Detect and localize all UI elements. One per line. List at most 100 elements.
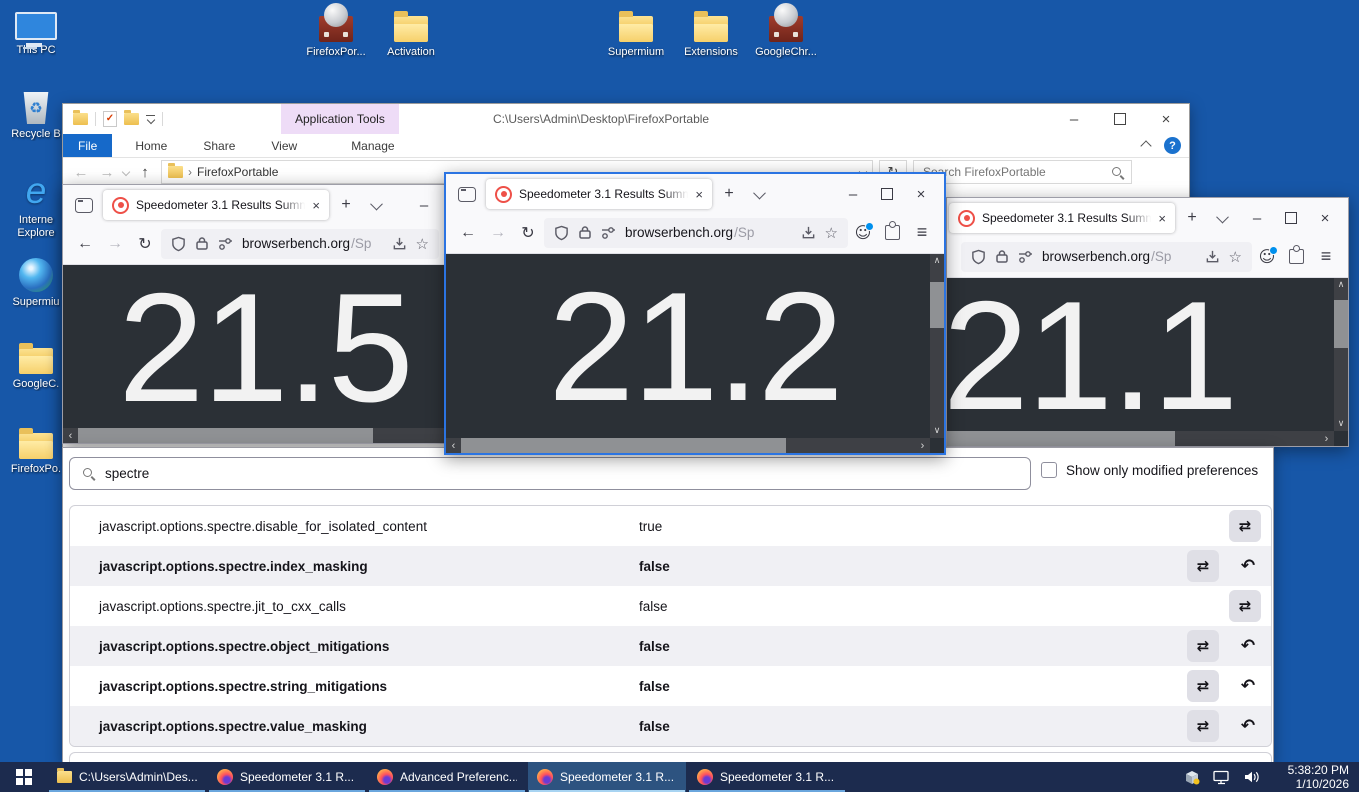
maximize-button[interactable] [870,181,904,207]
permissions-icon[interactable] [1018,251,1033,263]
firefox-view-icon[interactable] [75,198,93,213]
bookmark-star-icon[interactable]: ☆ [1229,248,1242,266]
search-icon[interactable] [1111,166,1124,179]
taskbar-button-speedometer-1[interactable]: Speedometer 3.1 R... [208,762,366,792]
forward-button[interactable]: → [101,230,129,258]
maximize-button[interactable] [1274,205,1308,231]
back-button[interactable]: ← [454,219,482,247]
new-tab-button[interactable]: + [333,192,359,218]
tab-list-button[interactable] [746,181,772,207]
back-icon[interactable]: ← [71,164,91,181]
lock-icon[interactable] [995,249,1009,264]
scrollbar-thumb[interactable] [930,282,944,328]
account-icon[interactable]: ☺ [850,220,876,246]
taskbar-clock[interactable]: 5:38:20 PM 1/10/2026 [1273,763,1349,791]
pref-reset-button[interactable]: ↶ [1235,550,1261,582]
help-icon[interactable]: ? [1164,137,1181,154]
tab-view[interactable]: View [256,134,312,157]
scroll-down-icon[interactable]: ∨ [1338,417,1345,431]
virtualbox-tray-icon[interactable] [1185,770,1200,785]
new-tab-button[interactable]: + [1179,205,1205,231]
browser-tab[interactable]: Speedometer 3.1 Results Summa × [486,179,712,209]
scroll-left-icon[interactable]: ‹ [63,428,78,443]
pref-toggle-button[interactable]: ⇄ [1187,550,1219,582]
horizontal-scrollbar[interactable]: › [947,431,1334,446]
taskbar-button-explorer[interactable]: C:\Users\Admin\Des... [48,762,206,792]
explorer-search-input[interactable] [921,164,1111,180]
scroll-up-icon[interactable]: ∧ [934,254,941,268]
close-button[interactable]: × [1143,104,1189,134]
pref-toggle-button[interactable]: ⇄ [1187,670,1219,702]
scroll-down-icon[interactable]: ∨ [934,424,941,438]
close-button[interactable]: × [904,181,938,207]
pref-toggle-button[interactable]: ⇄ [1229,590,1261,622]
pref-reset-button[interactable]: ↶ [1235,670,1261,702]
lock-icon[interactable] [195,236,209,251]
modified-filter-checkbox[interactable] [1041,462,1057,478]
recent-locations-icon[interactable] [122,168,130,176]
pref-toggle-button[interactable]: ⇄ [1229,510,1261,542]
pref-reset-button[interactable]: ↶ [1235,630,1261,662]
back-button[interactable]: ← [71,230,99,258]
reload-button[interactable]: ↻ [514,219,542,247]
scrollbar-thumb[interactable] [78,428,373,443]
minimize-button[interactable]: – [1051,104,1097,134]
url-bar[interactable]: browserbench.org /Sp ☆ [544,218,848,248]
close-button[interactable]: × [1308,205,1342,231]
minimize-button[interactable]: – [407,192,441,218]
tab-home[interactable]: Home [120,134,182,157]
pref-toggle-button[interactable]: ⇄ [1187,630,1219,662]
desktop-icon-activation[interactable]: Activation [373,4,449,59]
scroll-left-icon[interactable]: ‹ [446,438,461,453]
shield-icon[interactable] [971,249,986,265]
minimize-button[interactable]: – [836,181,870,207]
desktop-icon-firefoxportable[interactable]: FirefoxPor... [298,4,374,59]
vertical-scrollbar[interactable]: ∧ ∨ [1334,278,1348,431]
scrollbar-thumb[interactable] [947,431,1175,446]
config-search-input[interactable] [103,465,1018,482]
bookmark-star-icon[interactable]: ☆ [825,224,838,242]
scroll-up-icon[interactable]: ∧ [1338,278,1345,292]
scroll-right-icon[interactable]: › [915,438,930,453]
browser-tab[interactable]: Speedometer 3.1 Results Summa × [103,190,329,220]
qat-customize-icon[interactable] [146,115,155,124]
collapse-ribbon-icon[interactable] [1140,140,1151,151]
minimize-button[interactable]: – [1240,205,1274,231]
tab-close-icon[interactable]: × [695,187,703,202]
new-folder-icon[interactable] [124,113,139,125]
taskbar-button-advanced-preferences[interactable]: Advanced Preferenc... [368,762,526,792]
download-icon[interactable] [801,225,816,240]
horizontal-scrollbar[interactable]: ‹ [63,428,447,443]
lock-icon[interactable] [578,225,592,240]
scroll-right-icon[interactable]: › [1319,431,1334,446]
desktop-icon-this-pc[interactable]: This PC [0,6,74,57]
up-icon[interactable]: ↑ [135,164,155,181]
new-tab-button[interactable]: + [716,181,742,207]
start-button[interactable] [0,762,48,792]
taskbar-button-speedometer-3[interactable]: Speedometer 3.1 R... [688,762,846,792]
pref-reset-button[interactable]: ↶ [1235,710,1261,742]
url-bar[interactable]: browserbench.org /Sp ☆ [961,242,1252,272]
config-search-box[interactable] [69,457,1031,490]
shield-icon[interactable] [554,225,569,241]
tab-manage[interactable]: Manage [336,134,409,157]
permissions-icon[interactable] [218,238,233,250]
download-icon[interactable] [392,236,407,251]
breadcrumb[interactable]: FirefoxPortable [197,165,278,179]
permissions-icon[interactable] [601,227,616,239]
tab-list-button[interactable] [1209,205,1235,231]
menu-button[interactable]: ≡ [1312,243,1340,271]
scrollbar-thumb[interactable] [461,438,786,453]
volume-tray-icon[interactable] [1243,770,1260,784]
vertical-scrollbar[interactable]: ∧ ∨ [930,254,944,438]
extensions-icon[interactable] [1282,243,1310,271]
browser-tab[interactable]: Speedometer 3.1 Results Summa × [949,203,1175,233]
scrollbar-thumb[interactable] [1334,300,1348,348]
horizontal-scrollbar[interactable]: ‹ › [446,438,930,453]
tab-share[interactable]: Share [188,134,250,157]
bookmark-star-icon[interactable]: ☆ [416,235,429,253]
desktop-icon-googlechrome[interactable]: GoogleChr... [748,4,824,59]
properties-icon[interactable]: ✓ [103,111,117,127]
firefox-view-icon[interactable] [458,187,476,202]
pref-toggle-button[interactable]: ⇄ [1187,710,1219,742]
